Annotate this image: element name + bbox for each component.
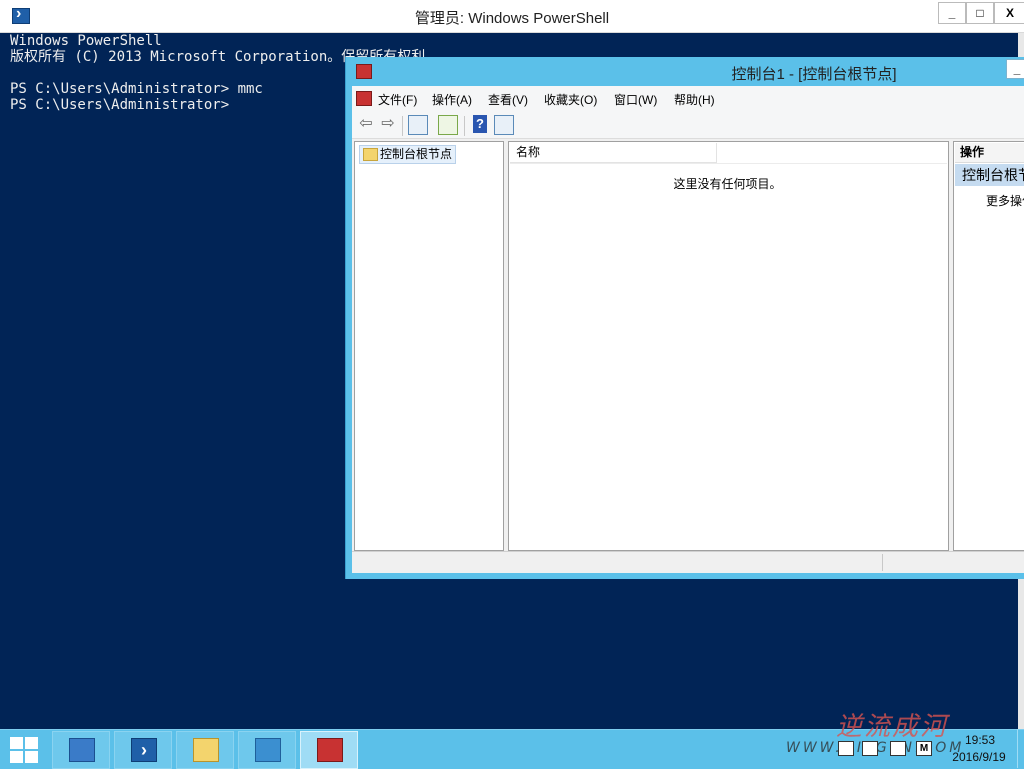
mmc-icon [317, 738, 343, 762]
network-icon[interactable] [862, 741, 878, 756]
result-list-pane[interactable]: 名称 这里没有任何项目。 [508, 141, 949, 551]
menu-action[interactable]: 操作(A) [432, 91, 472, 108]
help-icon[interactable]: ? [473, 115, 487, 133]
export-list-icon[interactable] [438, 115, 458, 135]
start-button[interactable] [8, 735, 40, 763]
actions-node-title[interactable]: 控制台根节点 [955, 164, 1024, 186]
mmc-titlebar[interactable]: 控制台1 - [控制台根节点] _ [346, 57, 1024, 86]
status-divider [882, 554, 883, 571]
toolbar-separator [402, 116, 403, 136]
volume-icon[interactable] [890, 741, 906, 756]
system-menu-icon[interactable] [356, 91, 372, 106]
menu-help[interactable]: 帮助(H) [674, 91, 715, 108]
more-actions-link[interactable]: 更多操作 [986, 192, 1024, 209]
show-hide-tree-icon[interactable] [408, 115, 428, 135]
close-button[interactable]: X [994, 2, 1024, 24]
taskbar-file-explorer[interactable] [176, 731, 234, 769]
actions-pane: 操作 控制台根节点 更多操作 [953, 141, 1024, 551]
window-title: 管理员: Windows PowerShell [414, 10, 610, 27]
empty-list-message: 这里没有任何项目。 [673, 177, 782, 191]
menu-window[interactable]: 窗口(W) [614, 91, 657, 108]
toolbar-separator [464, 116, 465, 136]
column-header-name[interactable]: 名称 [510, 143, 717, 163]
console-tree-pane[interactable]: 控制台根节点 [354, 141, 504, 551]
console-line: PS C:\Users\Administrator> mmc [10, 81, 263, 97]
tree-root-node[interactable]: 控制台根节点 [359, 145, 457, 164]
menu-view[interactable]: 查看(V) [488, 91, 528, 108]
mmc-window: 控制台1 - [控制台根节点] _ 文件(F) 操作(A) 查看(V) 收藏夹(… [345, 57, 1024, 579]
taskbar-control-panel[interactable] [238, 731, 296, 769]
console-line: Windows PowerShell [10, 33, 162, 49]
forward-icon[interactable]: ⇨ [378, 114, 398, 134]
clock-time[interactable]: 19:53 [950, 733, 1010, 747]
maximize-button[interactable]: □ [966, 2, 994, 24]
tree-root-label: 控制台根节点 [380, 147, 453, 161]
input-method-icon[interactable]: M [916, 741, 932, 756]
menu-bar: 文件(F) 操作(A) 查看(V) 收藏夹(O) 窗口(W) 帮助(H) [352, 86, 1024, 110]
powershell-titlebar[interactable]: 管理员: Windows PowerShell _ □ X [0, 0, 1024, 33]
taskbar-powershell[interactable]: › [114, 731, 172, 769]
toolbar: ⇦ ⇨ ? [352, 110, 1024, 139]
mmc-client-area: 文件(F) 操作(A) 查看(V) 收藏夹(O) 窗口(W) 帮助(H) ⇦ ⇨… [352, 86, 1024, 573]
watermark-title: 逆流成河 [836, 712, 949, 742]
server-manager-icon [69, 738, 95, 762]
taskbar-server-manager[interactable] [52, 731, 110, 769]
folder-icon [363, 148, 378, 161]
status-bar [352, 551, 1024, 573]
menu-favorites[interactable]: 收藏夹(O) [544, 91, 597, 108]
powershell-icon: › [131, 738, 157, 762]
console-line: PS C:\Users\Administrator> [10, 97, 230, 113]
control-panel-icon [255, 738, 281, 762]
header-divider [510, 163, 947, 164]
actions-header: 操作 [955, 143, 1024, 163]
show-hide-action-pane-icon[interactable] [494, 115, 514, 135]
show-desktop-button[interactable] [1017, 729, 1024, 768]
mmc-minimize-button[interactable]: _ [1006, 59, 1024, 79]
minimize-button[interactable]: _ [938, 2, 966, 24]
back-icon[interactable]: ⇦ [356, 114, 376, 134]
action-center-icon[interactable] [838, 741, 854, 756]
menu-file[interactable]: 文件(F) [378, 91, 417, 108]
mmc-window-title: 控制台1 - [控制台根节点] [731, 66, 897, 83]
file-explorer-icon [193, 738, 219, 762]
taskbar-mmc[interactable] [300, 731, 358, 769]
clock-date[interactable]: 2016/9/19 [944, 750, 1014, 764]
